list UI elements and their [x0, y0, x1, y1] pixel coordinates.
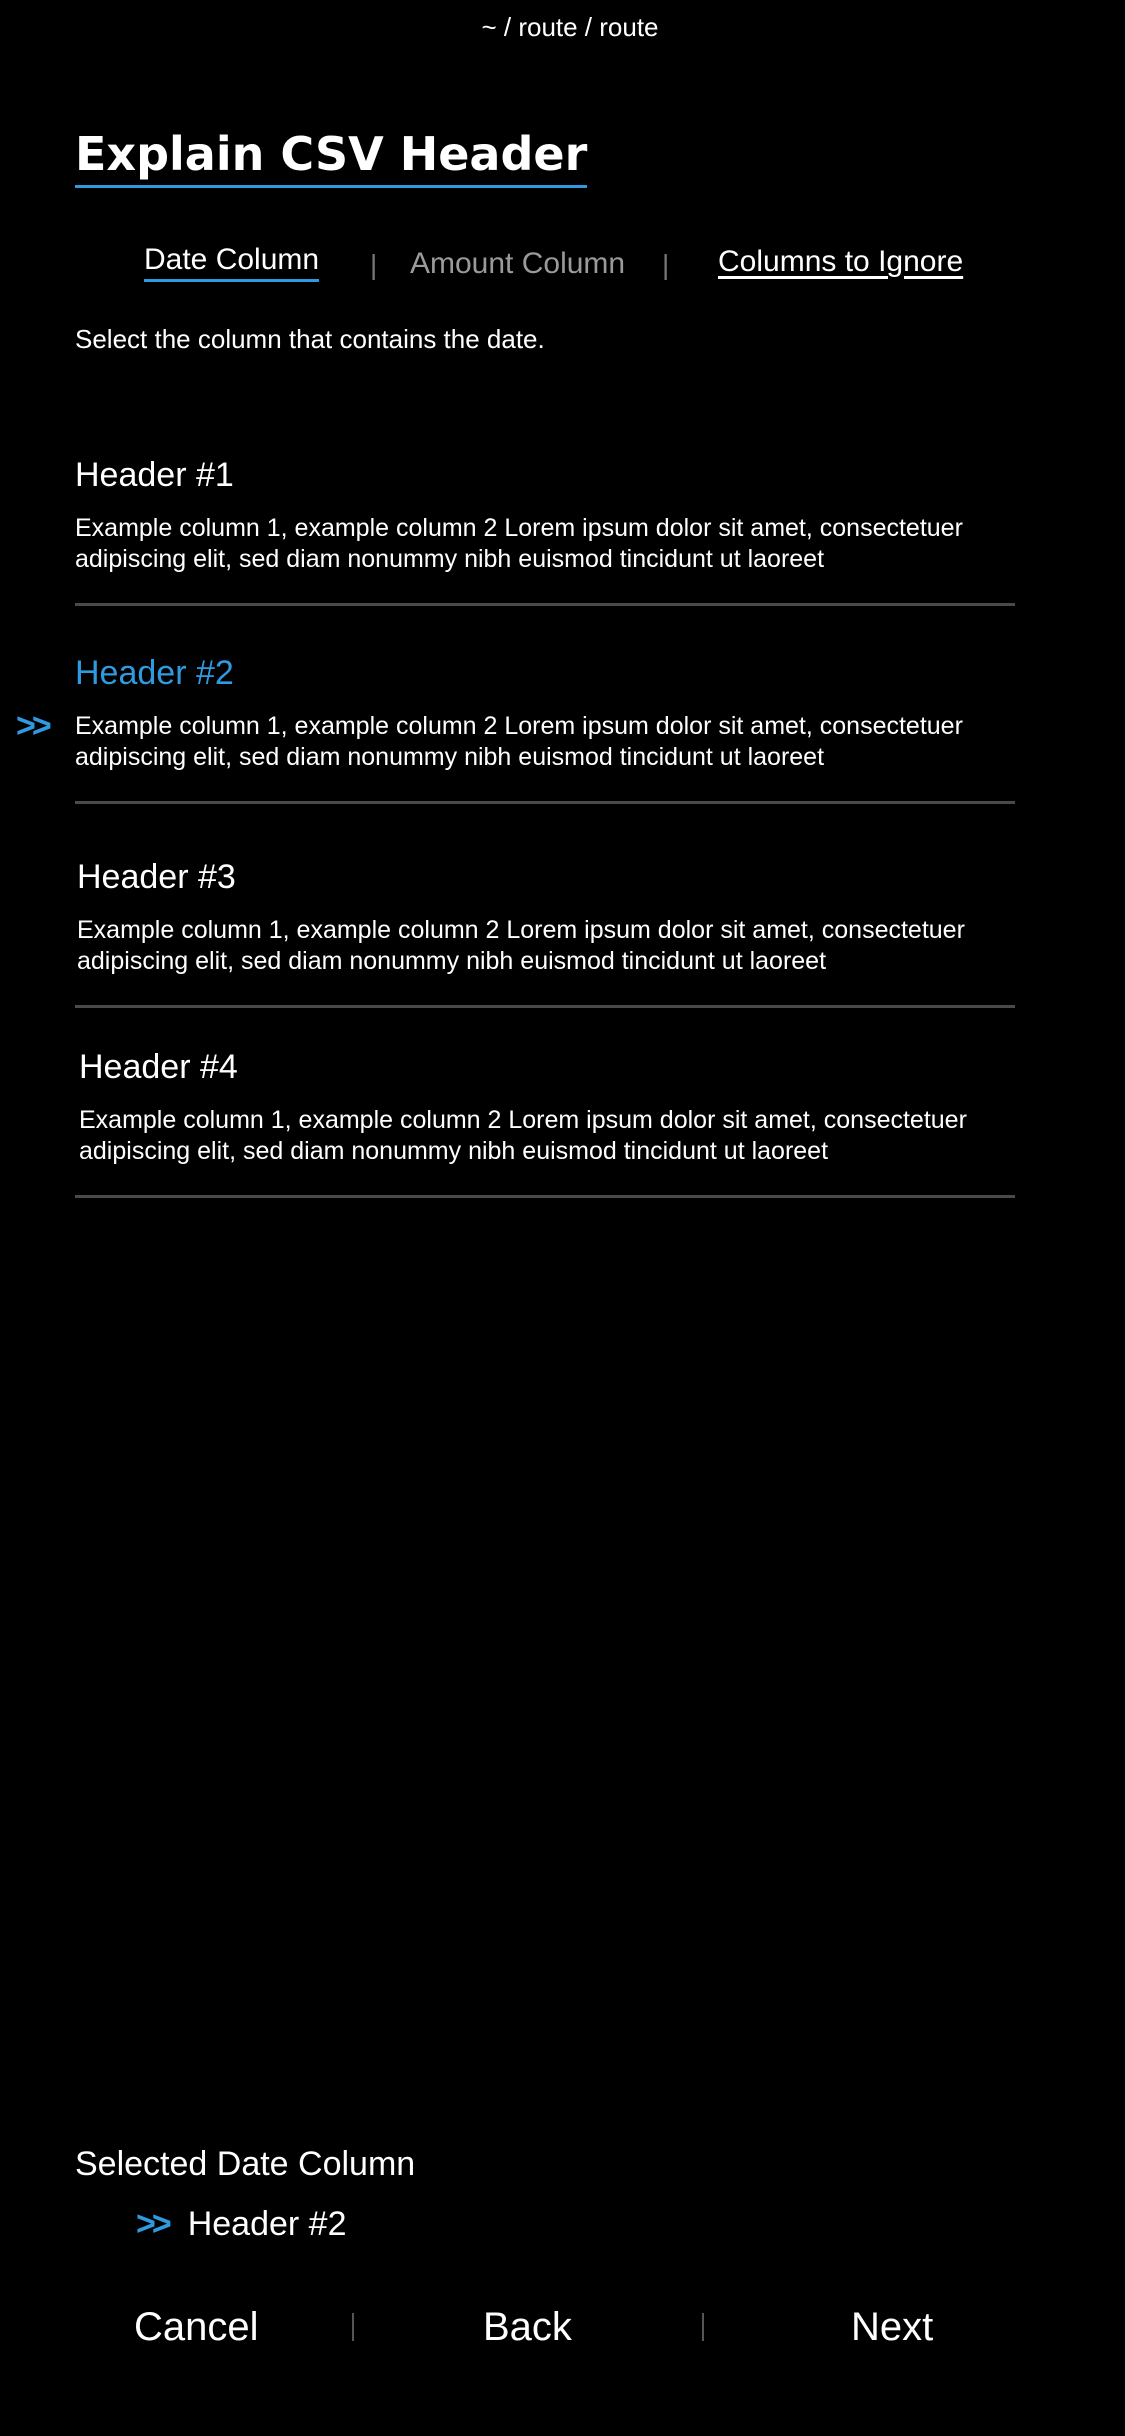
header-option-title: Header #4	[79, 1048, 238, 1086]
header-option-description: Example column 1, example column 2 Lorem…	[77, 916, 965, 975]
next-button[interactable]: Next	[851, 2305, 933, 2350]
header-option-title: Header #1	[75, 456, 234, 494]
selected-date-column-value: >> Header #2	[136, 2205, 347, 2244]
instruction-text: Select the column that contains the date…	[75, 324, 545, 354]
header-option-description: Example column 1, example column 2 Lorem…	[75, 514, 963, 573]
tab-bar: Date Column | Amount Column | Columns to…	[0, 243, 1125, 283]
page: ~ / route / route Explain CSV Header Dat…	[0, 0, 1125, 2436]
header-option-title: Header #3	[77, 858, 236, 896]
header-option-description: Example column 1, example column 2 Lorem…	[75, 712, 963, 771]
tab-amount-column[interactable]: Amount Column	[410, 247, 625, 281]
double-chevron-right-icon: >>	[16, 707, 52, 745]
header-option-4[interactable]: Header #4 Example column 1, example colu…	[75, 1048, 1019, 1198]
selected-header-name: Header #2	[187, 2205, 347, 2243]
footer-separator	[702, 2313, 704, 2341]
page-title: Explain CSV Header	[75, 128, 588, 188]
header-option-1[interactable]: Header #1 Example column 1, example colu…	[75, 456, 1015, 606]
header-option-2[interactable]: Header #2 Example column 1, example colu…	[75, 654, 1015, 804]
breadcrumb[interactable]: ~ / route / route	[0, 12, 1125, 43]
cancel-button[interactable]: Cancel	[134, 2305, 259, 2350]
header-option-description: Example column 1, example column 2 Lorem…	[79, 1106, 967, 1165]
header-option-title: Header #2	[75, 654, 234, 692]
footer-actions: Cancel Back Next	[0, 2305, 1125, 2365]
divider	[75, 801, 1015, 804]
double-chevron-right-icon: >>	[136, 2205, 172, 2243]
header-option-3[interactable]: Header #3 Example column 1, example colu…	[75, 858, 1017, 1008]
footer-separator	[352, 2313, 354, 2341]
tab-separator: |	[662, 249, 670, 280]
selected-date-column-label: Selected Date Column	[75, 2145, 416, 2183]
back-button[interactable]: Back	[483, 2305, 572, 2350]
tab-columns-to-ignore[interactable]: Columns to Ignore	[718, 245, 963, 279]
divider	[75, 1195, 1015, 1198]
tab-separator: |	[370, 249, 378, 280]
divider	[75, 603, 1015, 606]
tab-date-column[interactable]: Date Column	[144, 243, 320, 282]
divider	[75, 1005, 1015, 1008]
